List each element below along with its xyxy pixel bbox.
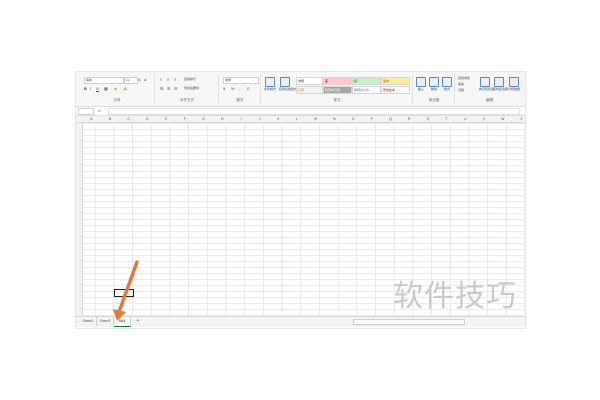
annotation-arrow-icon bbox=[113, 260, 139, 321]
watermark-text: 软件技巧 bbox=[393, 279, 517, 314]
